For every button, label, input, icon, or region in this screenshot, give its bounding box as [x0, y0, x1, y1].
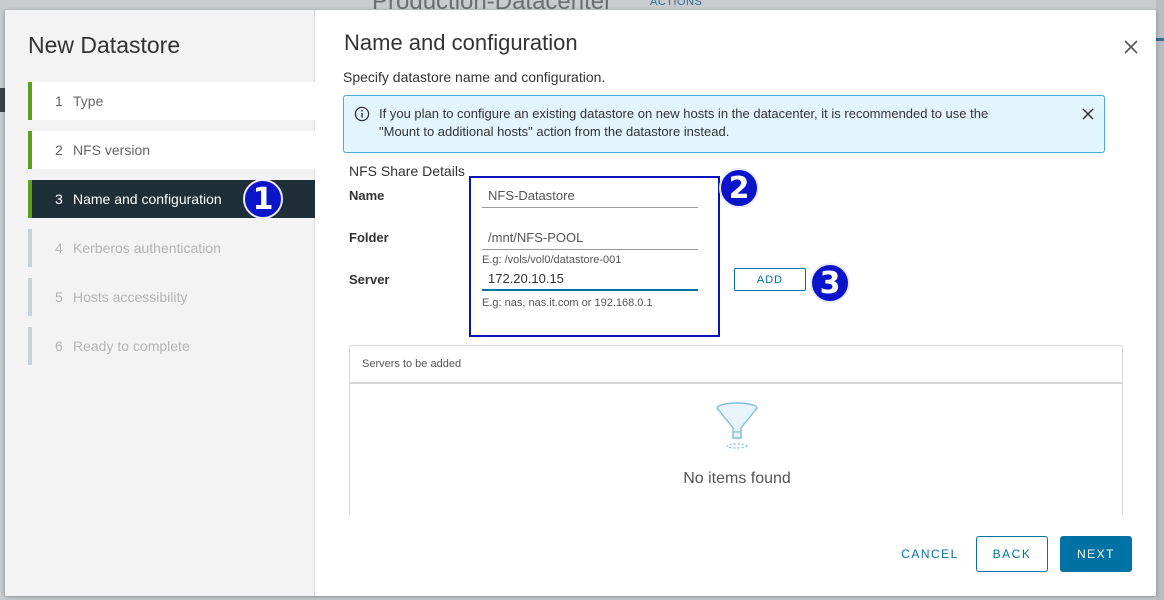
folder-helper-text: E.g: /vols/vol0/datastore-001: [482, 254, 622, 266]
step-label: Type: [73, 93, 104, 109]
step-label: NFS version: [73, 142, 151, 158]
add-server-button[interactable]: ADD: [734, 268, 806, 291]
annotation-badge-1: 1: [243, 179, 283, 219]
new-datastore-dialog: New Datastore 1 Type 2 NFS version 3 Nam…: [5, 10, 1156, 596]
step-number: 1: [55, 93, 63, 109]
step-number: 3: [55, 191, 63, 207]
background-tab-indicator: [1156, 38, 1164, 41]
folder-input[interactable]: [482, 226, 698, 250]
wizard-step-name-and-configuration[interactable]: 3 Name and configuration 1: [28, 179, 315, 219]
close-icon: [1124, 40, 1138, 54]
step-number: 6: [55, 338, 63, 354]
name-label: Name: [349, 188, 385, 203]
alert-close-button[interactable]: [1080, 106, 1096, 127]
step-number: 4: [55, 240, 63, 256]
info-alert: If you plan to configure an existing dat…: [343, 95, 1105, 153]
alert-line-2: "Mount to additional hosts" action from …: [379, 124, 730, 139]
servers-grid: Servers to be added No items found: [349, 345, 1123, 515]
step-number: 2: [55, 142, 63, 158]
alert-message: If you plan to configure an existing dat…: [379, 105, 1069, 141]
wizard-step-kerberos-authentication: 4 Kerberos authentication: [28, 229, 315, 267]
server-input[interactable]: [482, 267, 698, 291]
step-label: Hosts accessibility: [73, 289, 188, 305]
grid-column-header: Servers to be added: [350, 346, 1122, 384]
empty-state-text: No items found: [683, 470, 791, 487]
close-dialog-button[interactable]: [1121, 37, 1141, 57]
filter-funnel-icon: [713, 400, 761, 455]
wizard-step-type[interactable]: 1 Type: [28, 82, 315, 120]
server-label: Server: [349, 272, 390, 287]
info-icon: [354, 106, 370, 127]
page-title: Name and configuration: [344, 30, 578, 55]
background-actions-menu: ACTIONS: [650, 0, 703, 8]
annotation-badge-2: 2: [719, 168, 759, 208]
wizard-steps: 1 Type 2 NFS version 3 Name and configur…: [28, 82, 315, 376]
close-icon: [1082, 108, 1094, 120]
wizard-step-hosts-accessibility: 5 Hosts accessibility: [28, 278, 315, 316]
next-button[interactable]: NEXT: [1060, 536, 1132, 572]
background-right-edge: [1156, 0, 1164, 600]
cancel-button[interactable]: CANCEL: [886, 536, 974, 572]
page-subtitle: Specify datastore name and configuration…: [343, 69, 606, 85]
step-label: Ready to complete: [73, 338, 190, 354]
nfs-share-details-heading: NFS Share Details: [349, 163, 465, 179]
wizard-step-ready-to-complete: 6 Ready to complete: [28, 327, 315, 365]
step-label: Kerberos authentication: [73, 240, 221, 256]
wizard-content: Name and configuration Specify datastore…: [316, 10, 1156, 596]
wizard-title: New Datastore: [28, 32, 181, 58]
server-helper-text: E.g: nas, nas.it.com or 192.168.0.1: [482, 297, 653, 309]
step-number: 5: [55, 289, 63, 305]
datastore-name-input[interactable]: [482, 184, 698, 208]
back-button[interactable]: BACK: [976, 536, 1048, 572]
alert-line-1: If you plan to configure an existing dat…: [379, 106, 989, 121]
folder-label: Folder: [349, 230, 389, 245]
wizard-step-nfs-version[interactable]: 2 NFS version: [28, 131, 315, 169]
step-label: Name and configuration: [73, 191, 222, 207]
annotation-badge-3: 3: [810, 263, 850, 303]
wizard-sidebar: New Datastore 1 Type 2 NFS version 3 Nam…: [5, 10, 315, 596]
